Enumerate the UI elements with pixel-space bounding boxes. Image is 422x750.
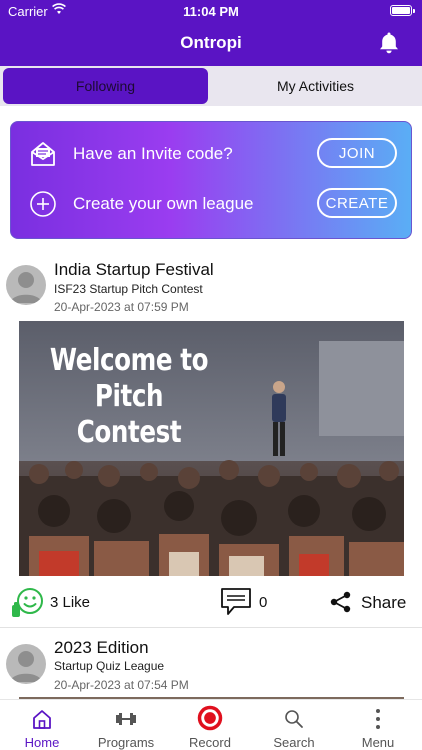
tab-my-activities[interactable]: My Activities <box>212 68 419 104</box>
home-icon <box>33 710 51 729</box>
post-subtitle: ISF23 Startup Pitch Contest <box>54 282 203 296</box>
share-icon[interactable] <box>330 591 352 613</box>
app-header: Carrier 11:04 PM Ontropi <box>0 0 422 66</box>
bottom-nav: Home Programs Record Search Menu <box>0 699 422 750</box>
nav-menu-label: Menu <box>361 735 395 750</box>
nav-search-label: Search <box>273 735 315 750</box>
avatar[interactable] <box>6 644 46 684</box>
post-subtitle: Startup Quiz League <box>54 659 165 673</box>
nav-programs-label: Programs <box>97 735 155 750</box>
nav-home[interactable]: Home <box>2 700 82 750</box>
status-bar: Carrier 11:04 PM <box>0 0 422 22</box>
avatar[interactable] <box>6 265 46 305</box>
post-image[interactable]: Welcome to Pitch Contest <box>19 321 404 576</box>
nav-home-label: Home <box>24 735 60 750</box>
audience <box>19 460 404 576</box>
mail-open-icon <box>31 142 55 166</box>
image-caption-line2: Pitch Contest <box>76 379 182 450</box>
nav-programs[interactable]: Programs <box>86 700 166 750</box>
side-screen <box>319 341 404 436</box>
comment-icon[interactable] <box>220 587 252 617</box>
bell-icon[interactable] <box>378 31 400 55</box>
nav-record[interactable]: Record <box>170 700 250 750</box>
create-league-row: Create your own league CREATE <box>11 184 413 224</box>
nav-search[interactable]: Search <box>254 700 334 750</box>
post-title[interactable]: India Startup Festival <box>54 260 214 280</box>
plus-circle-icon <box>30 191 56 217</box>
invite-text: Have an Invite code? <box>73 144 233 163</box>
create-button[interactable]: CREATE <box>317 188 397 218</box>
invite-row: Have an Invite code? JOIN <box>11 134 413 174</box>
tab-following[interactable]: Following <box>3 68 208 104</box>
search-icon <box>285 710 303 728</box>
like-count[interactable]: 3 Like <box>50 594 90 611</box>
post-date: 20-Apr-2023 at 07:54 PM <box>54 678 189 692</box>
nav-menu[interactable]: Menu <box>338 700 418 750</box>
post-title[interactable]: 2023 Edition <box>54 638 149 658</box>
invite-card: Have an Invite code? JOIN Create your ow… <box>10 121 412 239</box>
nav-record-label: Record <box>189 735 231 750</box>
app-title: Ontropi <box>180 33 242 52</box>
post-date: 20-Apr-2023 at 07:59 PM <box>54 300 189 314</box>
speaker-figure <box>272 381 286 456</box>
comment-count: 0 <box>259 594 268 611</box>
tab-following-label: Following <box>75 78 136 94</box>
tab-my-activities-label: My Activities <box>276 78 354 94</box>
post-divider <box>0 627 422 628</box>
image-caption: Welcome to Pitch Contest <box>19 343 239 451</box>
more-vertical-icon <box>376 709 380 729</box>
join-button[interactable]: JOIN <box>317 138 397 168</box>
share-button-label[interactable]: Share <box>361 593 406 613</box>
feed-tabs: Following My Activities <box>0 66 422 106</box>
dumbbell-icon <box>116 713 136 725</box>
battery-icon <box>390 5 415 16</box>
image-caption-line1: Welcome to <box>49 343 209 378</box>
record-icon <box>197 705 223 731</box>
create-league-text: Create your own league <box>73 194 254 213</box>
like-smiley-icon[interactable] <box>10 587 44 619</box>
status-time: 11:04 PM <box>183 4 239 19</box>
post-actions: 3 Like 0 Share <box>0 583 422 623</box>
